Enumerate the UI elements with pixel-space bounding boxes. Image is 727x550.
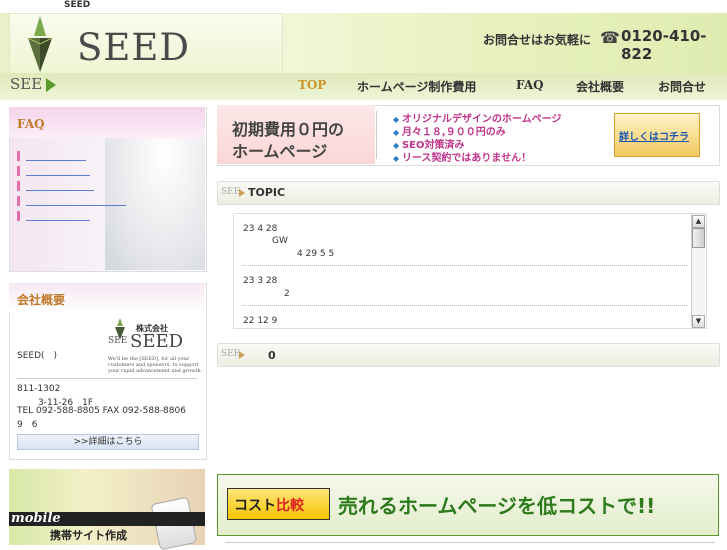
news-see-logo: SEE: [221, 349, 241, 359]
phone-number[interactable]: 0120-410-822: [621, 27, 727, 63]
faq-link-2[interactable]: [17, 166, 130, 176]
company-slogan: We'll be the [SEED], for all your custom…: [108, 356, 203, 374]
topic-item-3-date: 22 12 9: [243, 316, 278, 326]
faq-link-3[interactable]: [17, 181, 130, 191]
mobile-sub: 携帯サイト作成: [50, 529, 127, 542]
phone-icon: ☎: [600, 28, 620, 47]
company-hours: 9 6: [17, 420, 38, 430]
topic-header: [217, 181, 720, 205]
hp-banner-title-1: 初期費用０円の: [232, 120, 345, 139]
cost-label: コスト比較: [234, 495, 304, 515]
company-zip: 811-1302: [17, 384, 61, 394]
company-detail-button[interactable]: >>詳細はこちら: [17, 434, 199, 450]
news-header: [217, 343, 720, 367]
topic-list[interactable]: [233, 213, 707, 329]
cost-label-a: コスト: [234, 498, 276, 514]
company-name: SEED( ): [17, 351, 58, 361]
company-logo-see: SEE: [108, 336, 128, 346]
faq-title: FAQ: [17, 117, 45, 131]
logo-text: SEED: [77, 26, 191, 69]
bottom-strip: [225, 542, 715, 546]
company-divider: [17, 378, 197, 379]
news-arrow-icon: [239, 351, 245, 359]
top-bar: [0, 0, 727, 13]
logo-mark-icon: [27, 16, 53, 72]
company-title: 会社概要: [17, 293, 66, 307]
topic-title: TOPIC: [248, 186, 286, 199]
see-arrow-icon: [46, 78, 56, 92]
hp-banner-title-2: ホームページ: [232, 142, 328, 161]
hp-bullet-4: リース契約ではありません！: [393, 149, 531, 164]
scroll-thumb[interactable]: [692, 228, 705, 248]
news-count: 0: [268, 349, 276, 362]
cost-text: 売れるホームページを低コストで!!: [338, 494, 656, 518]
topic-item-1-detail: 4 29 5 5: [297, 249, 335, 259]
nav-faq[interactable]: FAQ: [516, 78, 544, 92]
cost-label-b: 比較: [276, 498, 304, 514]
topic-separator: [242, 265, 687, 266]
faq-link-5[interactable]: [17, 211, 130, 221]
topic-item-1-title[interactable]: GW: [272, 236, 288, 246]
faq-link-4[interactable]: [17, 196, 130, 206]
see-logo: SEE: [10, 75, 43, 93]
contact-text: お問合せはお気軽に: [483, 33, 592, 47]
nav-top[interactable]: TOP: [298, 78, 326, 92]
mobile-label: mobile: [11, 511, 61, 526]
nav-company[interactable]: 会社概要: [576, 78, 624, 95]
hp-banner-details-label[interactable]: 詳しくはコチラ: [619, 128, 689, 143]
topic-item-1-date: 23 4 28: [243, 224, 278, 234]
nav-contact[interactable]: お問合せ: [658, 78, 706, 95]
faq-link-1[interactable]: [17, 151, 130, 161]
hp-banner-separator: [376, 111, 377, 159]
scroll-down-icon[interactable]: ▼: [692, 315, 705, 328]
company-logo-seed: SEED: [130, 331, 184, 352]
topic-item-2-title[interactable]: 2: [284, 289, 290, 299]
company-tel-fax: TEL 092-588-8805 FAX 092-588-8806: [17, 406, 186, 416]
site-label: SEED: [64, 0, 91, 10]
topic-item-2-date: 23 3 28: [243, 276, 278, 286]
nav-homepage-cost[interactable]: ホームページ制作費用: [357, 78, 476, 95]
scroll-up-icon[interactable]: ▲: [692, 215, 705, 228]
topic-see-logo: SEE: [221, 187, 241, 197]
topic-arrow-icon: [239, 189, 245, 197]
topic-separator: [242, 305, 687, 306]
